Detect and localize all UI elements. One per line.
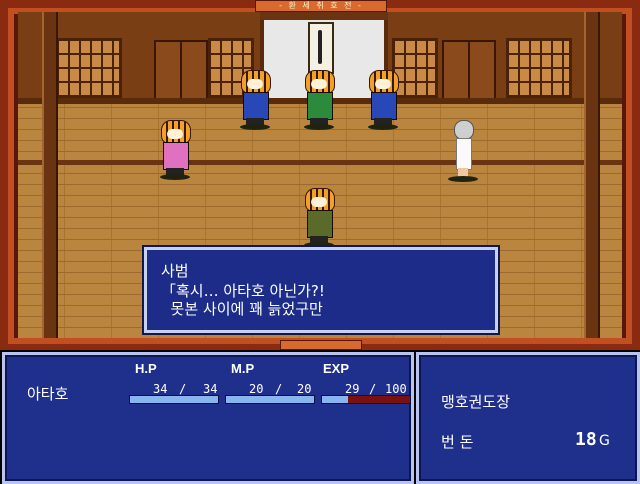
dialog-box[interactable]: 사범 「혹시… 아타호 아닌가?! 못본 사이에 꽤 늙었구만 (144, 247, 498, 333)
mp-separator: / (275, 382, 283, 396)
frame-title-plate: - 환 세 취 호 전 - (255, 0, 387, 12)
girl-white-dress[interactable] (448, 120, 478, 184)
shadow (368, 124, 398, 130)
location-name: 맹호권도장 (441, 393, 511, 411)
shadow (448, 176, 478, 182)
exp-bar (321, 395, 411, 404)
tiger-body (307, 92, 333, 120)
tiger-face (247, 79, 263, 89)
location-panel: 맹호권도장 번 돈 18 G (416, 352, 640, 484)
tiger-body (243, 92, 269, 120)
mp-current: 20 (249, 382, 264, 396)
girl-dress (456, 138, 472, 170)
tiger-blue-left[interactable] (238, 70, 272, 130)
member-name[interactable]: 아타호 (27, 383, 68, 404)
hp-separator: / (179, 382, 187, 396)
shadow (304, 124, 334, 130)
lattice-window-right-2 (506, 38, 572, 98)
exp-bar-fill (322, 396, 348, 403)
floor-rail (18, 160, 622, 165)
tiger-body (371, 92, 397, 120)
door-left (154, 40, 208, 106)
tiger-hero[interactable] (302, 188, 336, 248)
alcove-beam (260, 12, 388, 20)
tiger-green-center[interactable] (302, 70, 336, 130)
girl-hair (454, 120, 474, 140)
money-label: 번 돈 (441, 433, 474, 451)
mp-bar (225, 395, 315, 404)
tiger-pink[interactable] (158, 120, 192, 180)
mp-header: M.P (231, 361, 255, 376)
mp-max: 20 (297, 382, 312, 396)
door-right (442, 40, 496, 106)
hp-bar-fill (130, 396, 218, 403)
tiger-blue-right[interactable] (366, 70, 400, 130)
pillar-right (584, 12, 600, 338)
exp-max: 100 (385, 382, 407, 396)
hp-header: H.P (135, 361, 157, 376)
tiger-face (311, 197, 327, 207)
lattice-window-left-1 (56, 38, 122, 98)
hp-current: 34 (153, 382, 168, 396)
tiger-body (307, 210, 333, 238)
shadow (160, 174, 190, 180)
exp-header: EXP (323, 361, 350, 376)
pillar-left (42, 12, 58, 338)
tiger-body (163, 142, 189, 170)
exp-current: 29 (345, 382, 360, 396)
frame-banner-text: - 환 세 취 호 전 - (279, 1, 363, 10)
dialog-speaker: 사범 (161, 262, 189, 280)
money-amount: 18 (575, 429, 597, 450)
hp-bar (129, 395, 219, 404)
tiger-face (167, 129, 183, 139)
mp-bar-fill (226, 396, 314, 403)
tiger-face (375, 79, 391, 89)
frame-bottom-plate (280, 340, 362, 350)
hanging-scroll (308, 22, 334, 74)
exp-separator: / (369, 382, 377, 396)
hp-max: 34 (203, 382, 218, 396)
money-unit: G (599, 433, 610, 449)
dialog-line-2: 못본 사이에 꽤 늙었구만 (161, 300, 323, 318)
party-status-panel: H.P M.P EXP 아타호 34 / 34 20 / 20 29 / 100 (2, 352, 414, 484)
tiger-face (311, 79, 327, 89)
shadow (240, 124, 270, 130)
